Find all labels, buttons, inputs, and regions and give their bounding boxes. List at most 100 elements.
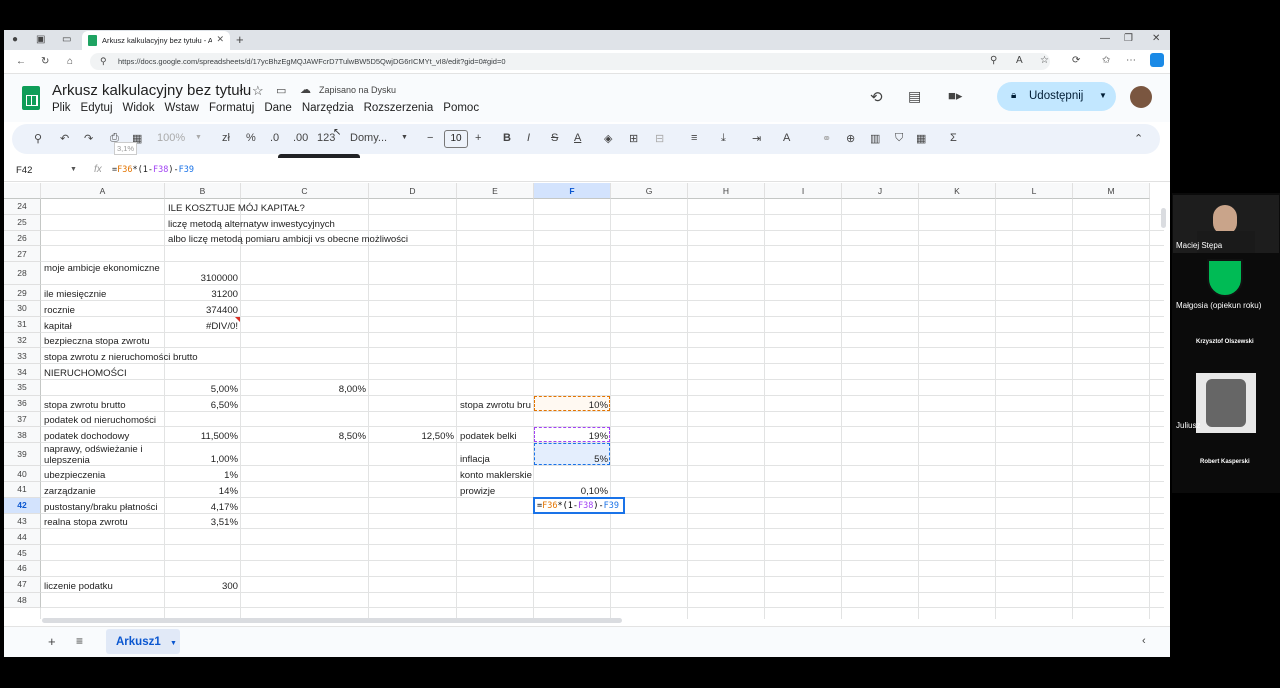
column-header[interactable]: C — [241, 183, 369, 199]
column-header[interactable]: A — [41, 183, 165, 199]
text-color-icon[interactable]: A — [574, 132, 581, 144]
cell-a28[interactable]: moje ambicje ekonomiczne — [44, 263, 162, 274]
site-info-icon[interactable]: ⚲ — [100, 56, 107, 67]
cell-a42[interactable]: pustostany/braku płatności — [44, 502, 158, 513]
error-indicator-icon[interactable] — [235, 316, 240, 322]
font-size-decrease-icon[interactable]: − — [427, 132, 433, 144]
collapse-toolbar-icon[interactable]: ⌃ — [1134, 132, 1143, 145]
all-sheets-icon[interactable]: ≡ — [76, 634, 83, 648]
font-size-increase-icon[interactable]: + — [475, 132, 481, 144]
row-header[interactable]: 31 — [4, 316, 41, 333]
insert-link-icon[interactable]: ⚭ — [822, 132, 831, 145]
document-title[interactable]: Arkusz kalkulacyjny bez tytułu — [52, 82, 251, 99]
row-header[interactable]: 44 — [4, 529, 41, 546]
column-header[interactable]: M — [1073, 183, 1150, 199]
vertical-scrollbar[interactable] — [1161, 208, 1166, 228]
cell-a29[interactable]: ile miesięcznie — [44, 289, 106, 300]
row-header[interactable]: 26 — [4, 230, 41, 247]
cell-b24[interactable]: ILE KOSZTUJE MÓJ KAPITAŁ? — [168, 203, 305, 214]
text-wrapping-icon[interactable]: ⇥ — [752, 132, 761, 145]
cell-a37[interactable]: podatek od nieruchomości — [44, 415, 156, 426]
column-header[interactable]: K — [919, 183, 996, 199]
cell-a30[interactable]: rocznie — [44, 305, 75, 316]
cell-e39[interactable]: inflacja — [460, 454, 490, 465]
cell-a39[interactable]: naprawy, odświeżanie i ulepszenia — [44, 444, 162, 466]
cell-e36[interactable]: stopa zwrotu bru — [460, 400, 535, 411]
zoom-icon[interactable]: ⚲ — [990, 55, 997, 66]
column-header[interactable]: I — [765, 183, 842, 199]
reload-icon[interactable]: ↻ — [41, 56, 49, 67]
cell-a43[interactable]: realna stopa zwrotu — [44, 517, 128, 528]
menu-item[interactable]: Pomoc — [443, 102, 479, 114]
row-header[interactable]: 37 — [4, 411, 41, 428]
text-rotation-icon[interactable]: A — [783, 132, 790, 144]
italic-icon[interactable]: I — [527, 132, 530, 144]
row-header[interactable]: 24 — [4, 199, 41, 215]
sheet-tab-dropdown-icon[interactable]: ▼ — [170, 640, 177, 647]
column-header[interactable]: H — [688, 183, 765, 199]
borders-icon[interactable]: ⊞ — [629, 132, 638, 145]
cell-a38[interactable]: podatek dochodowy — [44, 431, 129, 442]
sheet-tab[interactable]: Arkusz1 ▼ — [106, 629, 180, 654]
close-window-icon[interactable]: ✕ — [1152, 33, 1160, 44]
row-header[interactable]: 36 — [4, 395, 41, 412]
profile-icon[interactable]: ● — [12, 34, 18, 45]
cell-b26[interactable]: albo liczę metodą pomiaru ambicji vs obe… — [168, 234, 408, 245]
menu-item[interactable]: Plik — [52, 102, 71, 114]
menu-item[interactable]: Dane — [264, 102, 292, 114]
tab-actions-icon[interactable]: ▭ — [62, 34, 71, 45]
insert-comment-icon[interactable]: ⊕ — [846, 132, 855, 145]
row-header[interactable]: 42 — [4, 497, 41, 514]
row-header[interactable]: 41 — [4, 482, 41, 498]
back-icon[interactable]: ← — [16, 56, 26, 67]
cell-b39[interactable]: 1,00% — [168, 454, 238, 465]
strikethrough-icon[interactable]: S — [551, 132, 558, 144]
history-icon[interactable]: ⟲ — [870, 88, 883, 106]
row-header[interactable]: 38 — [4, 427, 41, 444]
move-folder-icon[interactable]: ▭ — [276, 84, 286, 97]
row-header[interactable]: 34 — [4, 364, 41, 380]
minimize-icon[interactable]: — — [1100, 33, 1110, 44]
cell-b38[interactable]: 11,500% — [168, 431, 238, 442]
font-dropdown-icon[interactable]: ▼ — [401, 134, 408, 141]
cell-a36[interactable]: stopa zwrotu brutto — [44, 400, 126, 411]
column-header[interactable]: J — [842, 183, 919, 199]
active-cell-editor[interactable]: =F36*(1-F38)-F39 — [533, 496, 625, 514]
row-header[interactable]: 25 — [4, 214, 41, 231]
share-button[interactable]: 🔒︎ Udostępnij ▼ — [997, 82, 1116, 111]
sheets-logo-icon[interactable] — [22, 86, 40, 110]
cell-e41[interactable]: prowizje — [460, 486, 495, 497]
cell-b25[interactable]: liczę metodą alternatyw inwestycyjnych — [168, 219, 335, 230]
functions-icon[interactable]: Σ — [950, 132, 957, 144]
row-header[interactable]: 29 — [4, 285, 41, 301]
merge-cells-icon[interactable]: ⊟ — [655, 132, 664, 145]
font-size-input[interactable]: 10 — [444, 130, 468, 148]
filter-views-icon[interactable]: ▦ — [916, 132, 926, 145]
menu-item[interactable]: Widok — [123, 102, 155, 114]
increase-decimal-button[interactable]: .00 — [293, 132, 308, 144]
browser-tab-active[interactable]: Arkusz kalkulacyjny bez tytułu - A ✕ — [82, 31, 230, 50]
currency-format-button[interactable]: zł — [222, 132, 230, 144]
row-header[interactable]: 30 — [4, 301, 41, 317]
horizontal-scrollbar[interactable] — [42, 618, 622, 623]
cloud-saved-icon[interactable]: ☁ — [300, 83, 311, 96]
row-header[interactable]: 46 — [4, 561, 41, 577]
star-icon[interactable]: ☆ — [252, 83, 264, 99]
cell-b29[interactable]: 31200 — [168, 289, 238, 300]
cell-b40[interactable]: 1% — [168, 470, 238, 481]
cell-f39[interactable]: 5% — [537, 454, 608, 465]
row-header[interactable]: 47 — [4, 576, 41, 593]
cell-c38[interactable]: 8,50% — [244, 431, 366, 442]
cell-a33[interactable]: stopa zwrotu z nieruchomości brutto — [44, 352, 198, 363]
column-header[interactable]: G — [611, 183, 688, 199]
cell-e40[interactable]: konto maklerskie — [460, 470, 532, 481]
search-menus-icon[interactable]: ⚲ — [34, 132, 42, 145]
column-header[interactable]: D — [369, 183, 457, 199]
new-tab-icon[interactable]: + — [236, 32, 244, 47]
favorite-icon[interactable]: ☆ — [1040, 55, 1049, 66]
cell-f38[interactable]: 19% — [537, 431, 608, 442]
select-all-corner[interactable] — [4, 183, 41, 199]
cell-a34[interactable]: NIERUCHOMOŚCI — [44, 368, 127, 379]
column-header[interactable]: F — [534, 183, 611, 199]
meet-icon[interactable]: ■▸ — [948, 88, 962, 104]
